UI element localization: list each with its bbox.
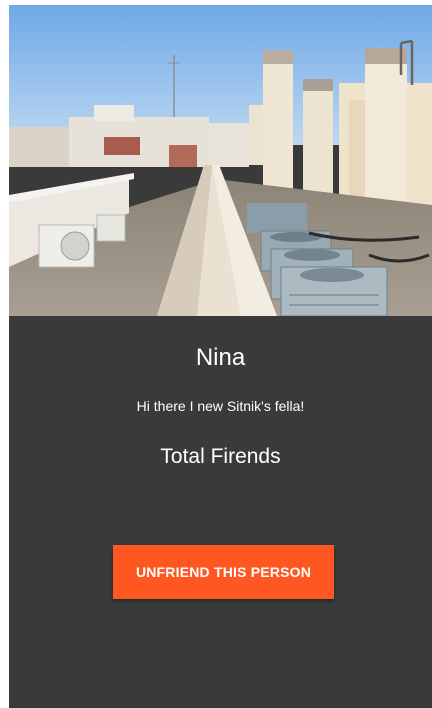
profile-bio: Hi there I new Sitnik's fella! (136, 398, 305, 414)
total-friends-label: Total Firends (160, 445, 281, 468)
profile-info: Nina Hi there I new Sitnik's fella! Tota… (9, 316, 432, 708)
unfriend-button[interactable]: UNFRIEND THIS PERSON (113, 545, 334, 599)
profile-name: Nina (195, 344, 246, 371)
profile-screen: Nina Hi there I new Sitnik's fella! Tota… (9, 5, 432, 708)
cover-photo (9, 5, 432, 316)
